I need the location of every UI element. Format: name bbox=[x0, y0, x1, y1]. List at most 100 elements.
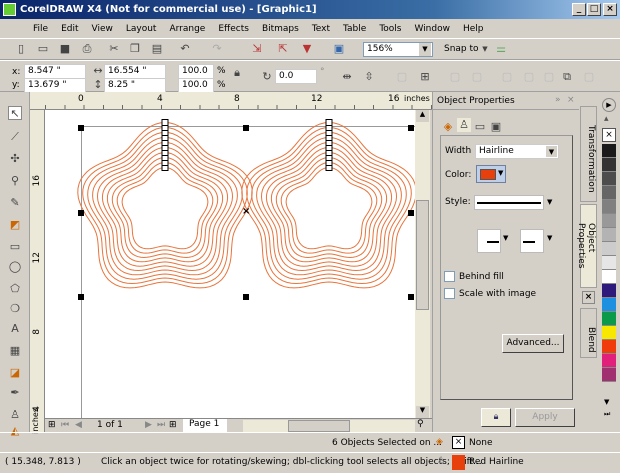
shape-tool-icon[interactable]: ⟋ bbox=[8, 130, 22, 144]
welcome-screen-icon[interactable]: ▣ bbox=[332, 42, 346, 56]
height-field[interactable]: 8.25 " bbox=[104, 78, 166, 93]
expand-icon[interactable]: » bbox=[555, 95, 561, 105]
chevron-down-icon[interactable]: ▼ bbox=[478, 42, 492, 56]
selection-handle[interactable] bbox=[408, 210, 414, 216]
maximize-button[interactable]: □ bbox=[587, 3, 601, 16]
palette-swatch[interactable] bbox=[602, 186, 616, 200]
center-of-rotation-icon[interactable]: × bbox=[242, 206, 250, 217]
menu-window[interactable]: Window bbox=[409, 24, 458, 34]
chevron-down-icon[interactable]: ▼ bbox=[547, 198, 552, 206]
palette-menu-icon[interactable]: ▶ bbox=[602, 98, 616, 112]
blend-step-curve[interactable] bbox=[111, 156, 219, 259]
selection-handle[interactable] bbox=[408, 294, 414, 300]
palette-swatch[interactable] bbox=[602, 228, 616, 242]
line-style-select[interactable] bbox=[474, 195, 544, 210]
front-minus-back-icon[interactable]: ▢ bbox=[542, 70, 556, 84]
simplify-icon[interactable]: ▢ bbox=[522, 70, 536, 84]
align-distribute-icon[interactable]: ⊞ bbox=[418, 70, 432, 84]
checkbox[interactable] bbox=[444, 271, 455, 282]
prev-page-icon[interactable]: ◀ bbox=[75, 420, 82, 430]
options-icon[interactable]: ⚌ bbox=[494, 42, 508, 56]
menu-effects[interactable]: Effects bbox=[213, 24, 257, 34]
weld-icon[interactable]: ▢ bbox=[448, 70, 462, 84]
blend-object[interactable] bbox=[77, 119, 253, 289]
scroll-thumb[interactable] bbox=[416, 200, 429, 310]
save-icon[interactable]: ■ bbox=[58, 42, 72, 56]
last-page-icon[interactable]: ⏭ bbox=[157, 420, 165, 430]
menu-edit[interactable]: Edit bbox=[56, 24, 86, 34]
palette-swatch[interactable] bbox=[602, 144, 616, 158]
palette-swatch[interactable] bbox=[602, 298, 616, 312]
selection-handle[interactable] bbox=[243, 294, 249, 300]
menu-bitmaps[interactable]: Bitmaps bbox=[257, 24, 307, 34]
tab-blend[interactable]: Blend bbox=[580, 308, 597, 358]
x-position-field[interactable]: 8.547 " bbox=[24, 64, 86, 79]
horizontal-ruler[interactable]: 0 4 8 12 16 inches bbox=[30, 92, 432, 110]
blend-step-curve[interactable] bbox=[121, 166, 209, 250]
ellipse-tool-icon[interactable]: ◯ bbox=[8, 260, 22, 274]
close-docker-icon[interactable]: × bbox=[567, 95, 575, 105]
palette-swatch[interactable] bbox=[602, 354, 616, 368]
polygon-tool-icon[interactable]: ⬠ bbox=[8, 282, 22, 296]
palette-swatch[interactable] bbox=[602, 158, 616, 172]
boundary-icon[interactable]: ▢ bbox=[582, 70, 596, 84]
minimize-button[interactable]: _ bbox=[572, 3, 586, 16]
selection-handle[interactable] bbox=[243, 125, 249, 131]
freehand-tool-icon[interactable]: ✎ bbox=[8, 196, 22, 210]
tab-transformation[interactable]: Transformation bbox=[580, 106, 597, 202]
new-icon[interactable]: ▯ bbox=[14, 42, 28, 56]
basic-shapes-tool-icon[interactable]: ❍ bbox=[8, 302, 22, 316]
checkbox[interactable] bbox=[444, 288, 455, 299]
tab-object-properties[interactable]: Object Properties bbox=[576, 204, 597, 288]
intersect-icon[interactable]: ▢ bbox=[500, 70, 514, 84]
menu-file[interactable]: File bbox=[28, 24, 56, 34]
zoom-tool-icon[interactable]: ⚲ bbox=[8, 174, 22, 188]
add-page-icon[interactable]: ⊞ bbox=[48, 420, 56, 430]
tab-page-1[interactable]: Page 1 bbox=[183, 419, 227, 432]
palette-swatch[interactable] bbox=[602, 214, 616, 228]
snap-to-button[interactable]: Snap to bbox=[444, 44, 479, 54]
add-page-after-icon[interactable]: ⊞ bbox=[169, 420, 177, 430]
outline-width-select[interactable]: Hairline ▼ bbox=[475, 144, 559, 159]
no-color-swatch[interactable]: ⨯ bbox=[602, 128, 616, 142]
crop-tool-icon[interactable]: ✣ bbox=[8, 152, 22, 166]
scroll-up-icon[interactable]: ▲ bbox=[416, 110, 429, 122]
general-tab-icon[interactable]: ▭ bbox=[473, 120, 487, 134]
palette-swatch[interactable] bbox=[602, 312, 616, 326]
palette-swatch[interactable] bbox=[602, 326, 616, 340]
undo-icon[interactable]: ↶ bbox=[178, 42, 192, 56]
zoom-navigator-icon[interactable]: ⚲ bbox=[417, 419, 424, 429]
outline-tab-icon[interactable]: ♙ bbox=[457, 118, 471, 132]
outline-tool-icon[interactable]: ♙ bbox=[8, 408, 22, 422]
chevron-down-icon[interactable]: ▼ bbox=[503, 234, 508, 242]
apply-button[interactable]: Apply bbox=[515, 408, 575, 427]
close-button[interactable]: × bbox=[603, 3, 617, 16]
back-minus-front-icon[interactable]: ⧉ bbox=[560, 70, 574, 84]
behind-fill-checkbox[interactable]: Behind fill bbox=[444, 271, 504, 282]
first-page-icon[interactable]: ⏮ bbox=[61, 420, 69, 430]
horizontal-scrollbar[interactable] bbox=[243, 420, 415, 432]
table-tool-icon[interactable]: ▦ bbox=[8, 344, 22, 358]
y-position-field[interactable]: 13.679 " bbox=[24, 78, 86, 93]
paste-icon[interactable]: ▤ bbox=[150, 42, 164, 56]
blend-object[interactable] bbox=[241, 119, 415, 289]
chevron-down-icon[interactable]: ▼ bbox=[547, 234, 552, 242]
vertical-ruler[interactable]: 16 12 8 4 inches bbox=[30, 110, 45, 434]
palette-swatch[interactable] bbox=[602, 368, 616, 382]
blend-step-curve[interactable] bbox=[285, 166, 373, 250]
selection-handle[interactable] bbox=[78, 294, 84, 300]
pick-tool-icon[interactable]: ↖ bbox=[8, 106, 22, 120]
lock-button[interactable]: 🔒︎ bbox=[481, 408, 511, 427]
scale-x-field[interactable]: 100.0 bbox=[178, 64, 214, 79]
drawing-canvas[interactable]: × bbox=[45, 110, 415, 418]
menu-help[interactable]: Help bbox=[458, 24, 492, 34]
menu-text[interactable]: Text bbox=[307, 24, 338, 34]
vertical-scrollbar[interactable]: ▲ ▼ bbox=[415, 110, 430, 418]
fill-tab-icon[interactable]: ◈ bbox=[441, 120, 455, 134]
rectangle-tool-icon[interactable]: ▭ bbox=[8, 240, 22, 254]
next-page-icon[interactable]: ▶ bbox=[145, 420, 152, 430]
palette-swatch[interactable] bbox=[602, 200, 616, 214]
cut-icon[interactable]: ✂ bbox=[107, 42, 121, 56]
palette-swatch[interactable] bbox=[602, 172, 616, 186]
summary-tab-icon[interactable]: ▣ bbox=[489, 120, 503, 134]
